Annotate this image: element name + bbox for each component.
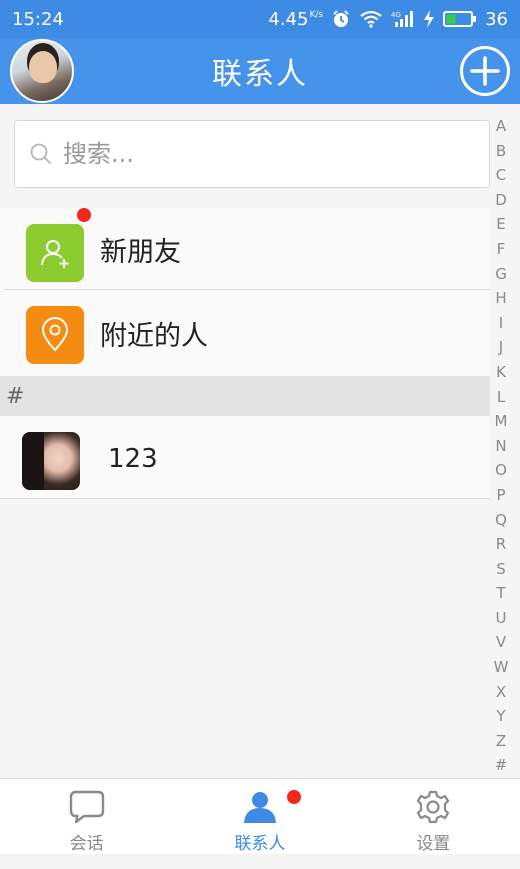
new-friends-label: 新朋友 bbox=[100, 237, 181, 268]
index-letter-w[interactable]: W bbox=[494, 655, 509, 680]
index-letter-r[interactable]: R bbox=[496, 532, 506, 557]
index-letter-e[interactable]: E bbox=[496, 212, 505, 237]
nav-contacts-label: 联系人 bbox=[234, 834, 286, 854]
index-letter-t[interactable]: T bbox=[496, 581, 505, 606]
network-speed: 4.45 K/s bbox=[268, 9, 323, 30]
nearby-people-label: 附近的人 bbox=[100, 321, 208, 352]
index-letter-h[interactable]: H bbox=[495, 286, 506, 311]
chat-bubble-icon bbox=[69, 790, 104, 824]
status-indicators: 4.45 K/s 4G 36 bbox=[268, 9, 508, 30]
new-friends-row[interactable]: 新朋友 bbox=[0, 208, 490, 290]
contact-row[interactable]: 123 bbox=[0, 416, 490, 499]
nearby-icon-tile bbox=[26, 306, 84, 364]
index-letter-y[interactable]: Y bbox=[496, 704, 505, 729]
wifi-icon bbox=[359, 10, 383, 28]
signal-4g-icon: 4G bbox=[391, 10, 415, 28]
nav-conversations-label: 会话 bbox=[69, 834, 104, 854]
index-letter-p[interactable]: P bbox=[496, 483, 505, 508]
search-icon bbox=[30, 143, 51, 164]
add-circle-icon bbox=[470, 56, 500, 86]
index-letter-b[interactable]: B bbox=[496, 139, 506, 164]
new-friends-icon-tile bbox=[26, 224, 84, 282]
app-header: 联系人 bbox=[0, 38, 520, 104]
contact-avatar bbox=[22, 432, 80, 490]
svg-text:4G: 4G bbox=[391, 11, 401, 19]
section-header: # bbox=[0, 376, 490, 416]
nav-settings-label: 设置 bbox=[416, 834, 451, 854]
status-time: 15:24 bbox=[12, 8, 64, 30]
contacts-person-icon bbox=[243, 792, 276, 823]
index-letter-x[interactable]: X bbox=[496, 680, 506, 705]
search-input[interactable] bbox=[63, 140, 463, 168]
contacts-screen: 15:24 4.45 K/s 4G 36 联系人 搜索... 新朋友 附近的人 … bbox=[0, 0, 520, 869]
index-letter-a[interactable]: A bbox=[496, 114, 506, 139]
index-letter-d[interactable]: D bbox=[495, 188, 507, 213]
status-bar: 15:24 4.45 K/s 4G 36 bbox=[0, 0, 520, 38]
network-speed-value: 4.45 bbox=[268, 8, 309, 30]
nav-conversations[interactable]: 会话 bbox=[0, 779, 173, 854]
nav-contacts[interactable]: 联系人 bbox=[173, 779, 346, 854]
location-pin-icon bbox=[41, 317, 69, 352]
network-speed-unit: K/s bbox=[309, 9, 324, 20]
page-title: 联系人 bbox=[212, 57, 308, 92]
index-letter-s[interactable]: S bbox=[496, 557, 506, 582]
alphabet-index[interactable]: A B C D E F G H I J K L M N O P Q R S T … bbox=[490, 114, 512, 778]
index-letter-u[interactable]: U bbox=[496, 606, 507, 631]
nav-settings[interactable]: 设置 bbox=[347, 779, 520, 854]
profile-avatar[interactable] bbox=[10, 39, 74, 103]
add-button[interactable] bbox=[460, 46, 510, 96]
index-letter-z[interactable]: Z bbox=[496, 729, 506, 754]
contact-name: 123 bbox=[108, 444, 158, 474]
index-letter-m[interactable]: M bbox=[495, 409, 508, 434]
row-divider bbox=[0, 498, 490, 499]
index-letter-hash[interactable]: # bbox=[495, 753, 508, 778]
new-friends-badge bbox=[77, 208, 91, 222]
search-area bbox=[0, 104, 490, 204]
nearby-people-row[interactable]: 附近的人 bbox=[0, 290, 490, 376]
index-letter-c[interactable]: C bbox=[496, 163, 506, 188]
index-letter-n[interactable]: N bbox=[495, 434, 506, 459]
search-box[interactable] bbox=[14, 120, 490, 188]
index-letter-l[interactable]: L bbox=[497, 385, 505, 410]
battery-percent: 36 bbox=[485, 8, 508, 30]
index-letter-o[interactable]: O bbox=[495, 458, 507, 483]
index-letter-j[interactable]: J bbox=[499, 335, 503, 360]
bottom-gap bbox=[0, 854, 520, 869]
contacts-nav-badge bbox=[287, 790, 302, 804]
add-friend-icon bbox=[41, 240, 69, 268]
index-letter-v[interactable]: V bbox=[496, 630, 506, 655]
index-letter-q[interactable]: Q bbox=[495, 508, 507, 533]
index-letter-f[interactable]: F bbox=[497, 237, 506, 262]
bottom-nav: 会话 联系人 设置 bbox=[0, 778, 520, 854]
settings-gear-icon bbox=[417, 790, 450, 824]
battery-icon bbox=[443, 10, 477, 28]
index-letter-i[interactable]: I bbox=[499, 311, 503, 336]
index-letter-k[interactable]: K bbox=[496, 360, 506, 385]
alarm-icon bbox=[331, 9, 351, 29]
index-letter-g[interactable]: G bbox=[495, 262, 507, 287]
charging-icon bbox=[423, 10, 435, 28]
